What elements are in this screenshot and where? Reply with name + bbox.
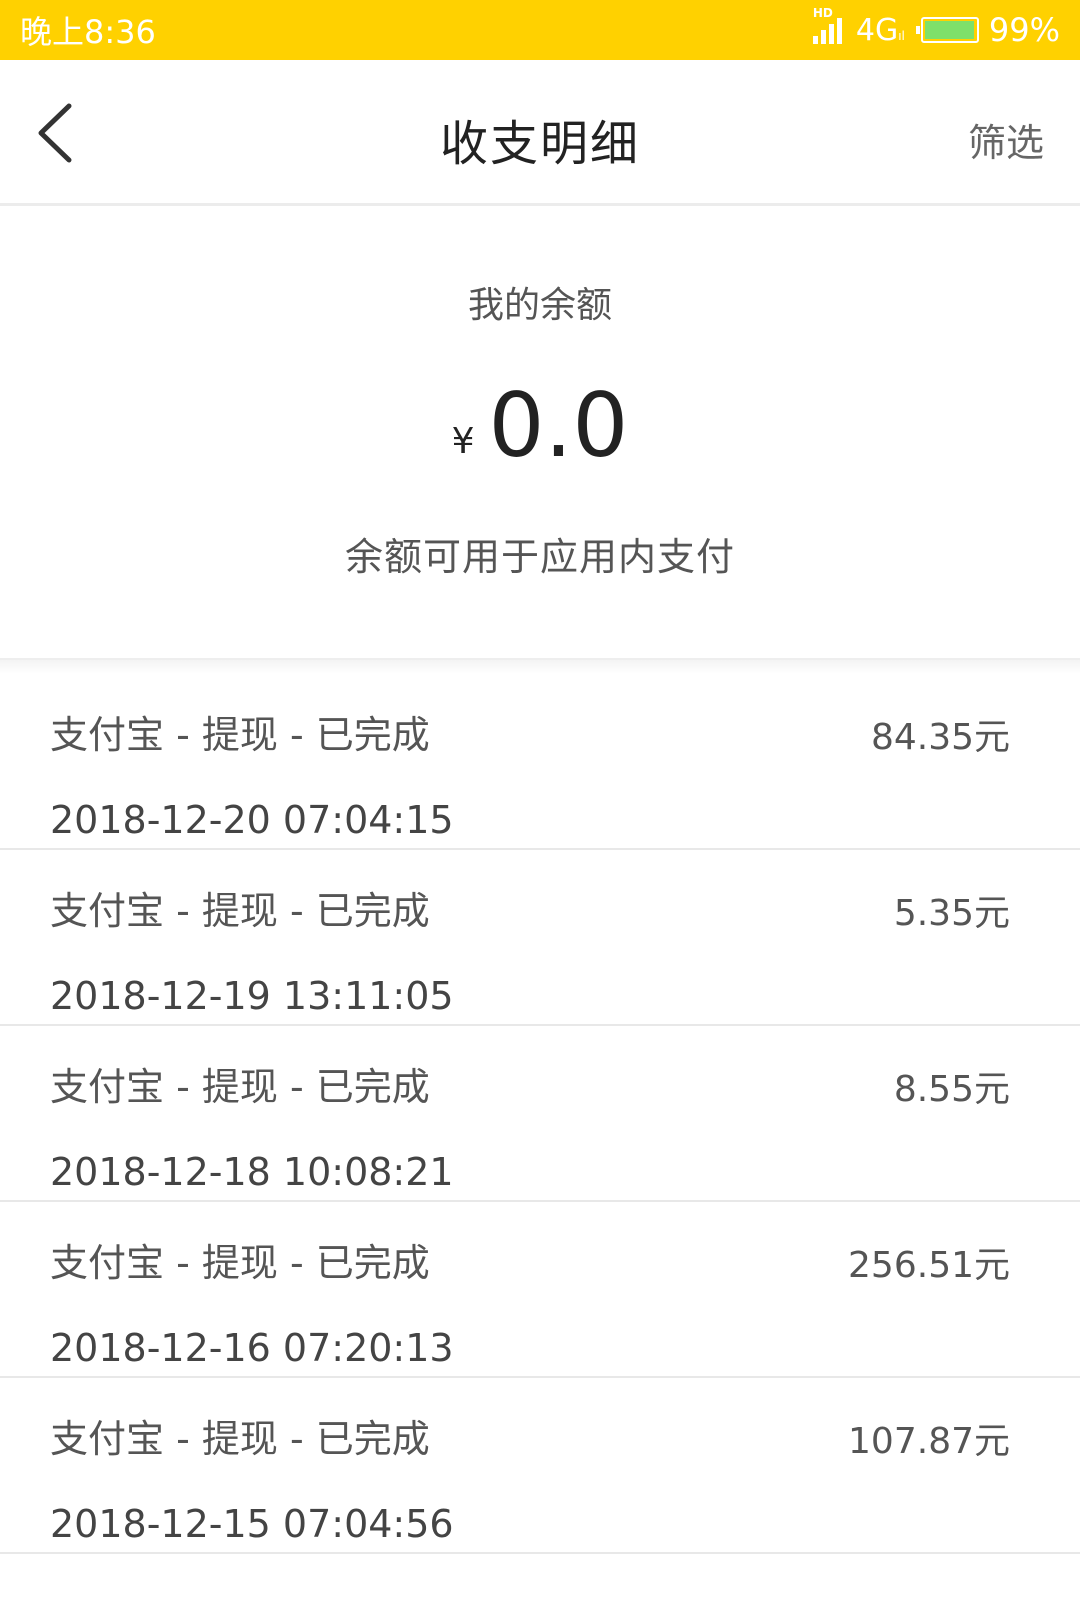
transaction-amount: 5.35元 [893, 893, 1010, 934]
transaction-row[interactable]: 支付宝 - 提现 - 已完成 256.51元 2018-12-16 07:20:… [0, 1202, 1080, 1378]
hd-label: HD [812, 6, 833, 20]
transaction-row[interactable]: 支付宝 - 提现 - 已完成 8.55元 2018-12-18 10:08:21 [0, 1026, 1080, 1202]
transaction-description: 支付宝 - 提现 - 已完成 [50, 713, 430, 757]
transaction-description: 支付宝 - 提现 - 已完成 [50, 1065, 430, 1109]
balance-note: 余额可用于应用内支付 [344, 535, 735, 579]
page-title: 收支明细 [439, 116, 640, 172]
transaction-row[interactable]: 支付宝 - 提现 - 已完成 107.87元 2018-12-15 07:04:… [0, 1378, 1080, 1554]
transaction-description: 支付宝 - 提现 - 已完成 [50, 889, 430, 933]
transaction-description: 支付宝 - 提现 - 已完成 [50, 1241, 430, 1285]
signal-icon: HD [812, 6, 842, 44]
transaction-row[interactable]: 支付宝 - 提现 - 已完成 84.35元 2018-12-20 07:04:1… [0, 674, 1080, 850]
battery-icon [915, 17, 979, 43]
transaction-list: 支付宝 - 提现 - 已完成 84.35元 2018-12-20 07:04:1… [0, 674, 1080, 1554]
status-time: 晚上8:36 [20, 13, 156, 51]
status-bar: 晚上8:36 HD 4Gıl 99% [0, 0, 1080, 60]
transaction-time: 2018-12-15 07:04:56 [50, 1502, 454, 1546]
balance-amount: ¥ 0.0 [0, 376, 1080, 476]
transaction-time: 2018-12-18 10:08:21 [50, 1150, 454, 1194]
balance-card: 我的余额 ¥ 0.0 余额可用于应用内支付 [0, 206, 1080, 658]
nav-header: 收支明细 筛选 [0, 60, 1080, 206]
battery-fill [924, 21, 975, 39]
transaction-row[interactable]: 支付宝 - 提现 - 已完成 5.35元 2018-12-19 13:11:05 [0, 850, 1080, 1026]
transaction-amount: 107.87元 [848, 1421, 1010, 1462]
transaction-description: 支付宝 - 提现 - 已完成 [50, 1417, 430, 1461]
transaction-time: 2018-12-16 07:20:13 [50, 1326, 454, 1370]
filter-button[interactable]: 筛选 [968, 112, 1044, 167]
section-divider [0, 658, 1080, 674]
network-type: 4Gıl [855, 12, 905, 48]
transaction-amount: 84.35元 [870, 717, 1010, 758]
transaction-amount: 8.55元 [893, 1069, 1010, 1110]
currency-symbol: ¥ [451, 421, 475, 462]
battery-percent: 99% [988, 11, 1060, 49]
balance-label: 我的余额 [467, 285, 612, 326]
transaction-time: 2018-12-19 13:11:05 [50, 974, 454, 1018]
transaction-amount: 256.51元 [848, 1245, 1010, 1286]
transaction-time: 2018-12-20 07:04:15 [50, 798, 454, 842]
status-indicators: HD 4Gıl 99% [812, 6, 1060, 49]
balance-value: 0.0 [488, 374, 629, 477]
